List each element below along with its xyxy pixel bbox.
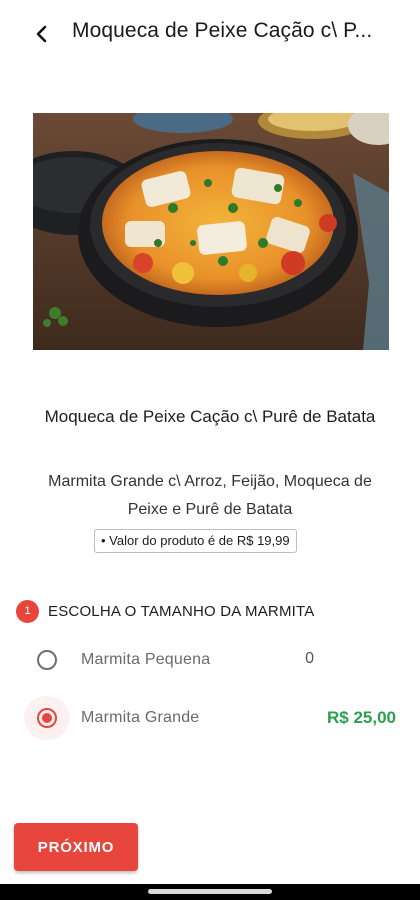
system-navigation-bar — [0, 884, 420, 900]
radio-button[interactable] — [24, 638, 70, 682]
back-button[interactable] — [26, 18, 58, 50]
option-price: 0 — [305, 650, 314, 667]
radio-checked-icon — [37, 708, 57, 728]
app-bar: Moqueca de Peixe Cação c\ P... — [0, 0, 420, 66]
option-label: Marmita Grande — [81, 709, 200, 726]
product-title: Moqueca de Peixe Cação c\ Purê de Batata — [44, 407, 376, 426]
gesture-handle[interactable] — [148, 889, 272, 894]
option-marmita-grande[interactable]: Marmita Grande R$ 25,00 — [24, 696, 404, 740]
page-title: Moqueca de Peixe Cação c\ P... — [72, 19, 373, 42]
next-button[interactable]: PRÓXIMO — [14, 823, 138, 871]
arrow-back-icon — [36, 25, 47, 43]
option-price: R$ 25,00 — [327, 708, 396, 727]
product-description: Marmita Grande c\ Arroz, Feijão, Moqueca… — [48, 473, 372, 518]
radio-button[interactable] — [24, 696, 70, 740]
radio-unchecked-icon — [37, 650, 57, 670]
option-label: Marmita Pequena — [81, 651, 211, 668]
step-number-badge: 1 — [16, 600, 39, 623]
price-badge: • Valor do produto é de R$ 19,99 — [94, 529, 297, 553]
section-title: ESCOLHA O TAMANHO DA MARMITA — [48, 603, 315, 620]
product-image — [33, 113, 389, 350]
option-marmita-pequena[interactable]: Marmita Pequena 0 — [24, 638, 404, 682]
